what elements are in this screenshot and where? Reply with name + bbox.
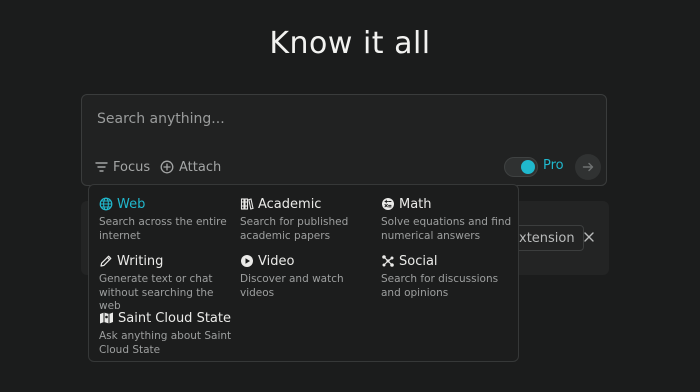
page: Know it all xtension Focus Attach Pro (0, 0, 700, 392)
focus-button[interactable]: Focus (95, 158, 150, 176)
option-description: Ask anything about Saint Cloud State (99, 330, 232, 356)
focus-option-saint-cloud-state[interactable]: Saint Cloud State Ask anything about Sai… (99, 309, 234, 357)
focus-option-writing[interactable]: Writing Generate text or chat without se… (99, 252, 234, 314)
option-label: Saint Cloud State (118, 310, 231, 326)
plus-circle-icon (160, 160, 174, 174)
option-label: Academic (258, 196, 322, 212)
search-box: Focus Attach Pro (81, 94, 607, 186)
option-description: Generate text or chat without searching … (99, 273, 214, 312)
option-description: Solve equations and find numerical answe… (381, 216, 512, 242)
focus-option-academic[interactable]: Academic Search for published academic p… (240, 195, 375, 243)
toggle-knob (521, 160, 535, 174)
search-input[interactable] (95, 107, 579, 131)
focus-option-video[interactable]: Video Discover and watch videos (240, 252, 375, 300)
map-icon (99, 311, 114, 325)
focus-label: Focus (113, 159, 151, 175)
pencil-icon (99, 254, 113, 268)
filter-icon (95, 161, 108, 173)
extension-button[interactable]: xtension (508, 225, 584, 251)
focus-dropdown: Web Search across the entire internet Ac… (88, 184, 519, 362)
option-description: Search for published academic papers (240, 216, 349, 242)
option-label: Writing (117, 253, 164, 269)
pro-toggle[interactable] (504, 157, 538, 177)
close-icon[interactable] (583, 231, 595, 243)
books-icon (240, 197, 254, 211)
option-description: Search for discussions and opinions (381, 273, 499, 299)
page-title: Know it all (269, 26, 431, 61)
option-label: Math (399, 196, 432, 212)
network-icon (381, 254, 395, 268)
option-label: Web (117, 196, 146, 212)
focus-option-social[interactable]: Social Search for discussions and opinio… (381, 252, 516, 300)
option-label: Video (258, 253, 295, 269)
option-description: Search across the entire internet (99, 216, 227, 242)
pro-label: Pro (543, 158, 564, 173)
submit-button[interactable] (575, 154, 601, 180)
focus-option-math[interactable]: Math Solve equations and find numerical … (381, 195, 516, 243)
attach-button[interactable]: Attach (160, 158, 221, 176)
play-icon (240, 254, 254, 268)
option-label: Social (399, 253, 438, 269)
attach-label: Attach (179, 159, 222, 175)
focus-option-web[interactable]: Web Search across the entire internet (99, 195, 234, 243)
option-description: Discover and watch videos (240, 273, 344, 299)
arrow-right-icon (582, 158, 594, 177)
math-icon (381, 197, 395, 211)
globe-icon (99, 197, 113, 211)
